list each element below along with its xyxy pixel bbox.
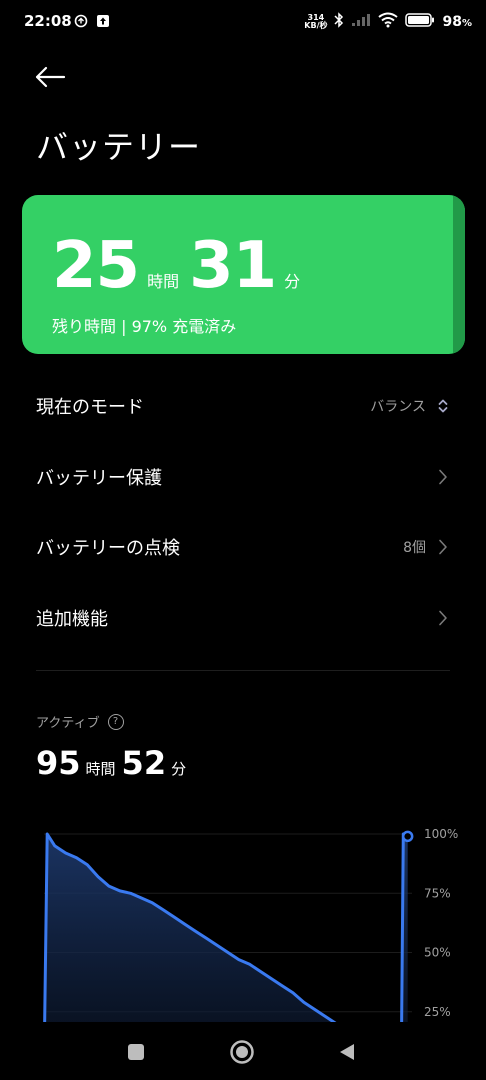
status-time: 22:08 — [24, 12, 72, 30]
bluetooth-icon — [334, 12, 344, 32]
sync-icon — [74, 13, 88, 32]
recents-button[interactable] — [122, 1038, 150, 1066]
speed-unit: KB/秒 — [304, 21, 328, 30]
extra-features-row[interactable]: 追加機能 — [0, 588, 486, 648]
circle-icon — [230, 1040, 254, 1064]
hours-unit: 時間 — [147, 272, 180, 291]
series-area — [44, 834, 337, 1025]
y-tick-label: 25% — [424, 1005, 451, 1019]
battery-level-chart[interactable]: 100% 75% 50% 25% — [0, 820, 486, 1025]
upload-icon — [96, 13, 110, 32]
battery-percent-value: 98 — [442, 14, 462, 30]
remaining-minutes: 31 — [189, 229, 277, 303]
active-minutes: 52 — [121, 744, 167, 782]
battery-remaining-card[interactable]: 25 時間 31 分 残り時間 | 97% 充電済み — [22, 195, 465, 354]
page-title: バッテリー — [36, 128, 202, 166]
square-icon — [128, 1044, 144, 1060]
active-label-text: アクティブ — [36, 716, 100, 731]
status-right-icons: 314 KB/秒 98% — [304, 12, 472, 32]
wifi-icon — [378, 12, 399, 32]
active-duration: 95 時間 52 分 — [36, 744, 192, 782]
minutes-unit: 分 — [284, 272, 301, 291]
battery-check-value: 8個 — [403, 540, 426, 556]
battery-percent: 98% — [442, 14, 472, 30]
back-button[interactable] — [30, 58, 70, 96]
battery-protection-row[interactable]: バッテリー保護 — [0, 447, 486, 507]
navigation-bar — [0, 1022, 486, 1080]
chevron-right-icon — [436, 609, 450, 627]
chevron-right-icon — [436, 468, 450, 486]
current-mode-label: 現在のモード — [36, 397, 144, 418]
current-level-point — [401, 830, 414, 843]
status-bar: 22:08 314 KB/秒 98% — [0, 0, 486, 46]
chevron-right-icon — [436, 538, 450, 556]
extra-features-label: 追加機能 — [36, 609, 108, 630]
triangle-back-icon — [340, 1044, 354, 1060]
nav-back-button[interactable] — [333, 1038, 361, 1066]
active-section-label: アクティブ ? — [36, 712, 124, 731]
y-tick-label: 100% — [424, 827, 458, 841]
help-icon[interactable]: ? — [107, 713, 124, 730]
battery-icon — [405, 13, 435, 31]
current-mode-value: バランス — [370, 399, 426, 415]
active-hours: 95 — [36, 744, 81, 782]
remaining-time: 25 時間 31 分 — [52, 229, 310, 303]
y-tick-label: 75% — [424, 886, 451, 900]
battery-percent-sign: % — [461, 18, 472, 29]
status-left-icons — [74, 13, 110, 32]
home-button[interactable] — [228, 1038, 256, 1066]
active-hours-unit: 時間 — [85, 760, 116, 778]
remaining-hours: 25 — [52, 229, 140, 303]
current-mode-row[interactable]: 現在のモード バランス — [0, 376, 486, 436]
section-divider — [36, 670, 450, 671]
battery-check-label: バッテリーの点検 — [36, 538, 180, 559]
signal-icon — [351, 13, 371, 31]
card-subtitle: 残り時間 | 97% 充電済み — [52, 317, 237, 336]
y-tick-label: 50% — [424, 946, 451, 960]
chevron-up-down-icon — [436, 397, 450, 415]
battery-protection-label: バッテリー保護 — [36, 468, 162, 489]
arrow-left-icon — [35, 66, 66, 88]
active-minutes-unit: 分 — [171, 760, 187, 778]
network-speed: 314 KB/秒 — [304, 14, 327, 30]
battery-check-row[interactable]: バッテリーの点検 8個 — [0, 517, 486, 577]
card-edge — [453, 195, 465, 354]
